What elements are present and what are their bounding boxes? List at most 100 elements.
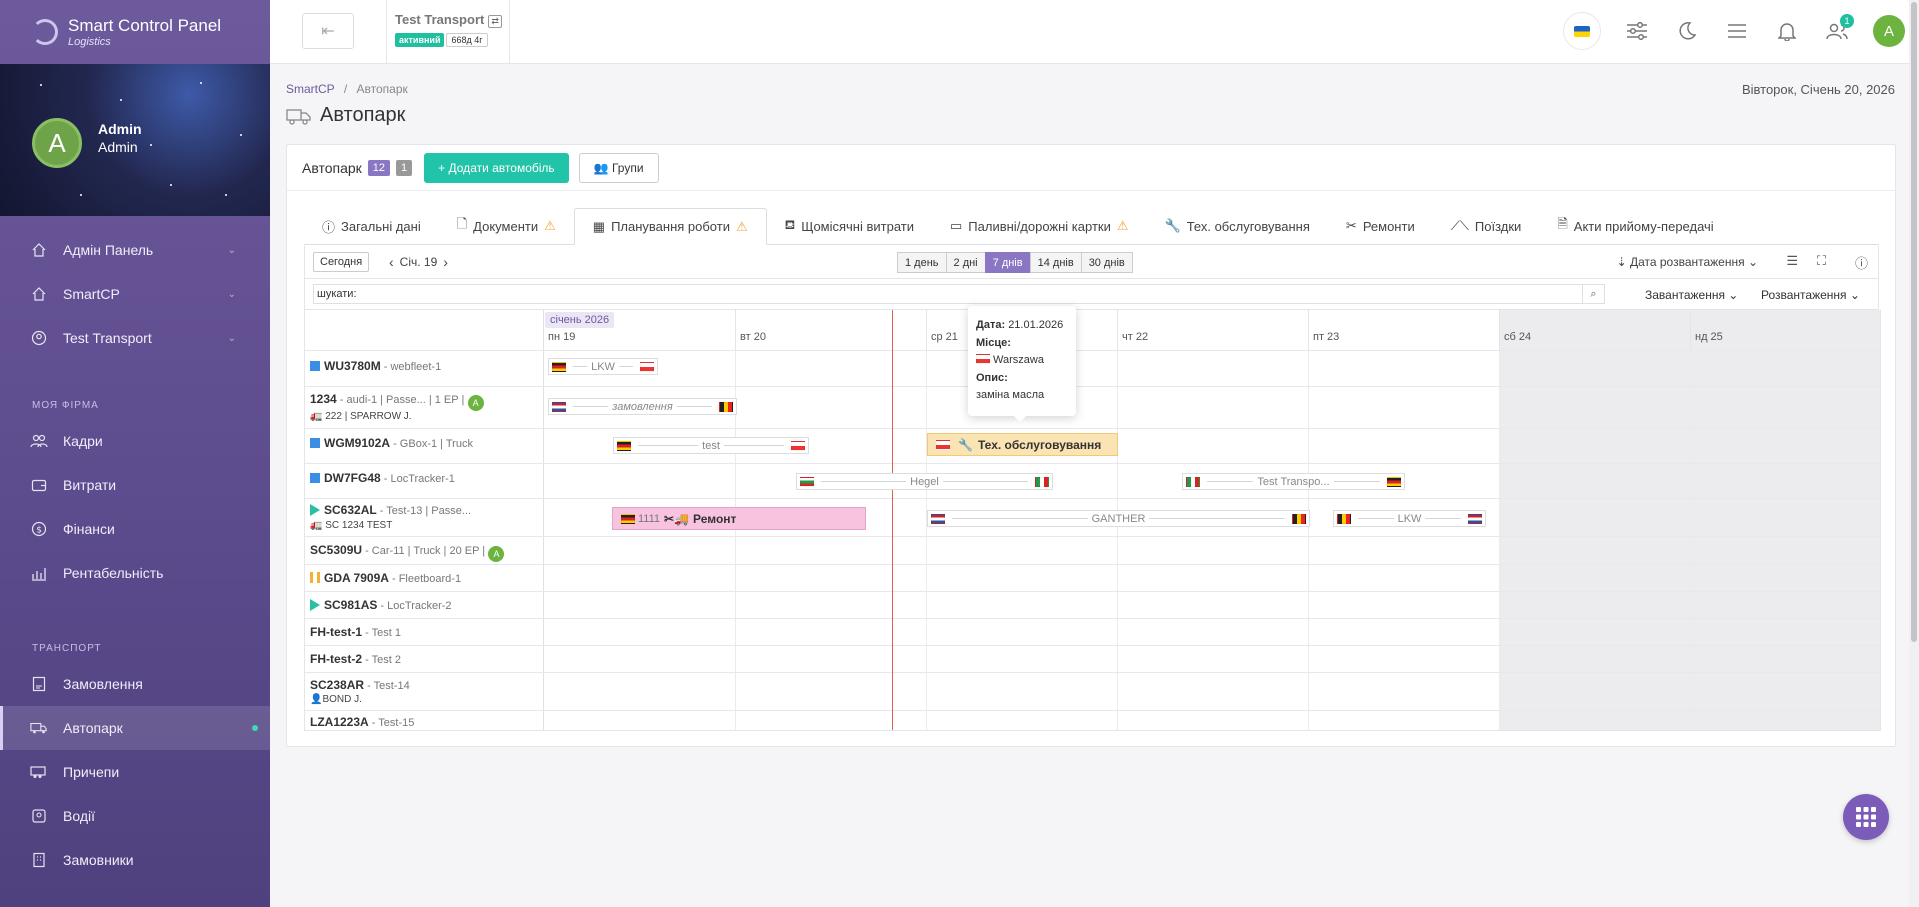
range-2-days[interactable]: 2 дні (945, 252, 986, 273)
scrollbar-thumb[interactable] (1911, 2, 1917, 642)
users-online-button[interactable]: 1 (1823, 14, 1854, 45)
brand[interactable]: Smart Control Panel Logistics (0, 0, 270, 64)
nav-item-drivers[interactable]: Водії (0, 794, 270, 838)
trip-bar[interactable]: LKW (1333, 510, 1486, 527)
notifications-button[interactable] (1773, 17, 1801, 45)
groups-button[interactable]: 👥 Групи (578, 152, 659, 183)
table-row[interactable]: GDA 7909A - Fleetboard-1 (305, 564, 1880, 591)
menu-button[interactable] (1723, 17, 1751, 45)
table-row[interactable]: SC238AR - Test-14 👤BOND J. (305, 672, 1880, 710)
vehicle-label[interactable]: FH-test-2 - Test 2 (310, 652, 401, 666)
vehicle-subline-text: SC 1234 TEST (325, 520, 393, 531)
trip-bar[interactable]: Hegel (796, 473, 1053, 490)
collapse-sidebar-button[interactable]: ⇤ (302, 13, 354, 49)
table-row[interactable]: SC5309U - Car-11 | Truck | 20 EP | A (305, 536, 1880, 564)
fullscreen-icon[interactable]: ⛶ (1817, 253, 1826, 269)
vehicle-label[interactable]: DW7FG48 - LocTracker-1 (310, 471, 455, 485)
day-label: пн 19 (548, 331, 576, 343)
info-icon[interactable]: ⓘ (1855, 253, 1868, 272)
vehicle-label[interactable]: SC5309U - Car-11 | Truck | 20 EP | A (310, 543, 505, 562)
today-button[interactable]: Сегодня (313, 252, 370, 272)
range-1-day[interactable]: 1 день (897, 252, 947, 273)
settings-sliders-button[interactable] (1623, 17, 1651, 45)
tab-repairs[interactable]: ✂ Ремонти (1328, 208, 1433, 244)
nav-item-staff[interactable]: Кадри (0, 419, 270, 463)
dark-mode-button[interactable] (1673, 17, 1701, 45)
tab-trips[interactable]: ⟋⟍ Поїздки (1433, 208, 1540, 244)
germany-flag-icon (617, 440, 631, 451)
tab-documents[interactable]: 🗋 Документи ⚠ (439, 208, 574, 244)
apps-fab-button[interactable] (1843, 794, 1889, 840)
grid-apps-icon (1856, 807, 1876, 827)
vehicle-label[interactable]: SC238AR - Test-14 (310, 678, 410, 692)
nav-item-customers[interactable]: Замовники (0, 838, 270, 882)
trip-bar[interactable]: замовлення (548, 398, 737, 415)
nav-item-finance[interactable]: $ Фінанси (0, 507, 270, 551)
table-row[interactable]: DW7FG48 - LocTracker-1 (305, 463, 1880, 498)
search-icon[interactable]: ⌕ (1583, 284, 1605, 304)
netherlands-flag-icon (1468, 513, 1482, 524)
trip-label: LKW (591, 360, 615, 373)
nav-item-profitability[interactable]: Рентабельність (0, 551, 270, 595)
language-flag-button[interactable] (1563, 12, 1601, 50)
table-row[interactable]: SC981AS - LocTracker-2 (305, 591, 1880, 618)
nav-item-label: SmartCP (63, 286, 120, 302)
profile-avatar[interactable]: A (32, 118, 82, 168)
trip-bar[interactable]: GANTHER (927, 510, 1310, 527)
tab-maintenance[interactable]: 🔧 Тех. обслуговування (1147, 208, 1328, 244)
trip-bar[interactable]: test (613, 437, 809, 454)
table-row[interactable]: WU3780M - webfleet-1 (305, 350, 1880, 386)
tab-planning[interactable]: ▦ Планування роботи ⚠ (573, 208, 767, 245)
loading-filter-dropdown[interactable]: Завантаження ⌄ (1645, 288, 1738, 302)
table-row[interactable]: 1234 - audi-1 | Passe... | 1 EP | A 🚛 22… (305, 386, 1880, 428)
repair-event[interactable]: 1111 ✂🚚 Ремонт (612, 507, 866, 530)
maintenance-event[interactable]: 🔧 Тех. обслуговування (927, 433, 1118, 456)
table-row[interactable]: LZA1223A - Test-15 (305, 710, 1880, 730)
vehicle-label[interactable]: GDA 7909A - Fleetboard-1 (310, 571, 461, 585)
company-switcher[interactable]: Test Transport ⇄ активний 668д 4г (386, 0, 510, 64)
sort-dropdown[interactable]: ⇣ Дата розвантаження ⌄ (1617, 255, 1758, 269)
vehicle-label[interactable]: WU3780M - webfleet-1 (310, 359, 441, 373)
page-scrollbar[interactable] (1909, 0, 1919, 907)
nav-item-trailers[interactable]: Причепи (0, 750, 270, 794)
unloading-filter-dropdown[interactable]: Розвантаження ⌄ (1761, 288, 1860, 302)
search-input[interactable] (313, 284, 1583, 304)
vehicle-label[interactable]: SC632AL - Test-13 | Passe... (310, 503, 471, 517)
vehicle-label[interactable]: 1234 - audi-1 | Passe... | 1 EP | A (310, 392, 484, 411)
truck-icon (30, 719, 48, 737)
nav-item-orders[interactable]: Замовлення (0, 662, 270, 706)
tab-monthly-expenses[interactable]: ⛾ Щомісячні витрати (767, 208, 932, 244)
next-period-icon[interactable]: › (443, 254, 448, 270)
vehicle-label[interactable]: SC981AS - LocTracker-2 (310, 598, 452, 612)
range-7-days[interactable]: 7 днів (984, 252, 1031, 273)
poland-flag-icon (791, 440, 806, 451)
vehicle-label[interactable]: WGM9102A - GBox-1 | Truck (310, 436, 473, 450)
day-header: пн 19 (544, 310, 735, 350)
breadcrumb-link-smartcp[interactable]: SmartCP (286, 82, 334, 96)
user-avatar[interactable]: A (1873, 15, 1905, 47)
swap-icon[interactable]: ⇄ (488, 15, 502, 28)
tab-handover-acts[interactable]: 🗎 Акти прийому-передачі (1539, 208, 1731, 244)
status-badge: активний (395, 33, 445, 47)
table-row[interactable]: FH-test-2 - Test 2 (305, 645, 1880, 672)
tab-fuel-cards[interactable]: ▭ Паливні/дорожні картки ⚠ (932, 208, 1147, 244)
nav-item-test-transport[interactable]: Test Transport ⌄ (0, 316, 270, 360)
filter-settings-icon[interactable]: ☰ (1786, 253, 1798, 269)
nav-item-expenses[interactable]: Витрати (0, 463, 270, 507)
add-vehicle-button[interactable]: + Додати автомобіль (424, 152, 569, 183)
company-name: Test Transport (395, 12, 485, 27)
range-14-days[interactable]: 14 днів (1029, 252, 1082, 273)
trip-bar[interactable]: LKW (548, 358, 658, 375)
vehicle-label[interactable]: FH-test-1 - Test 1 (310, 625, 401, 639)
nav-item-fleet[interactable]: Автопарк (0, 706, 270, 750)
vehicle-label[interactable]: LZA1223A - Test-15 (310, 715, 414, 729)
prev-period-icon[interactable]: ‹ (389, 254, 394, 270)
nav-item-admin-panel[interactable]: Адмін Панель ⌄ (0, 228, 270, 272)
table-row[interactable]: FH-test-1 - Test 1 (305, 618, 1880, 645)
range-30-days[interactable]: 30 днів (1080, 252, 1133, 273)
nav-item-smartcp[interactable]: SmartCP ⌄ (0, 272, 270, 316)
trip-bar[interactable]: Test Transpo... (1182, 473, 1405, 490)
tab-label: Щомісячні витрати (801, 218, 914, 234)
tab-general[interactable]: ⓘ Загальні дані (304, 208, 439, 244)
day-label: ср 21 (931, 331, 958, 343)
